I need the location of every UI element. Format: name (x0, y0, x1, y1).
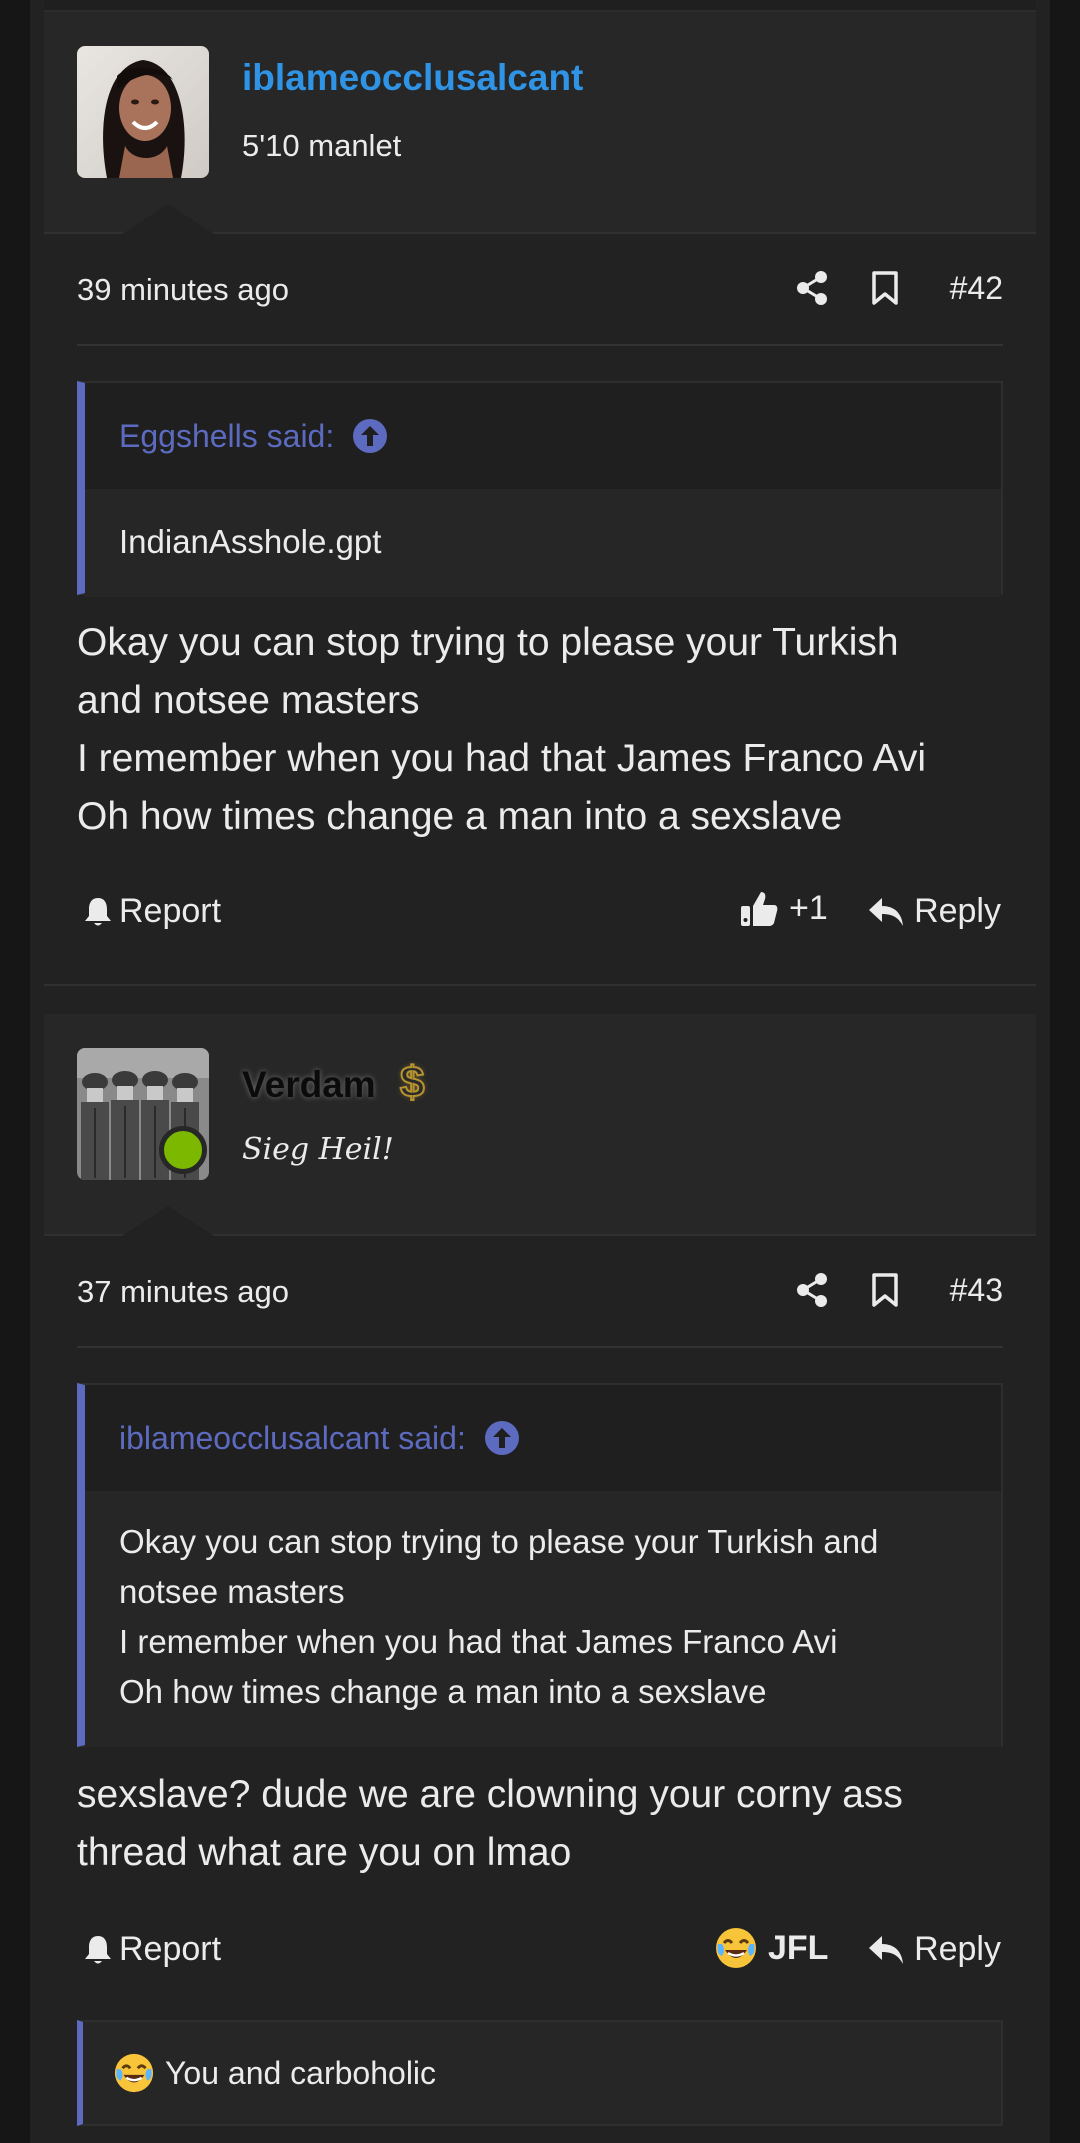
post-actions: Report JFL Reply (77, 1922, 1003, 1982)
bell-icon (85, 1935, 111, 1963)
post-author-block: iblameocclusalcant 5'10 manlet (44, 12, 1036, 234)
post-author-block: Verdam $ Sieg Heil! (44, 1014, 1036, 1236)
post-number-link[interactable]: #42 (950, 270, 1003, 307)
bell-icon (85, 897, 111, 925)
reaction-button[interactable]: +1 (739, 888, 828, 928)
quote-line: Okay you can stop trying to please your … (119, 1523, 879, 1560)
quote-block: iblameocclusalcant said: Okay you can st… (77, 1383, 1003, 1747)
share-icon[interactable] (794, 270, 830, 306)
message-line: and notsee masters (77, 679, 420, 722)
post-actions: Report +1 Reply (77, 884, 1003, 944)
message-line: I remember when you had that James Franc… (77, 737, 927, 780)
arrow-up-circle-icon[interactable] (352, 418, 388, 454)
quote-line: notsee masters (119, 1573, 345, 1610)
message-line: sexslave? dude we are clowning your corn… (77, 1773, 903, 1816)
username-link[interactable]: iblameocclusalcant (242, 57, 583, 99)
user-title: 5'10 manlet (242, 128, 402, 163)
reply-arrow-icon (869, 1935, 904, 1964)
post-meta-row: 39 minutes ago #42 (77, 236, 1003, 346)
avatar-image-icon (77, 46, 209, 178)
quote-header[interactable]: iblameocclusalcant said: (85, 1385, 1001, 1491)
avatar[interactable] (77, 46, 209, 178)
reply-arrow-icon (869, 897, 904, 926)
user-badge-icon: $ (399, 1057, 426, 1108)
quote-content: Okay you can stop trying to please your … (85, 1491, 1001, 1747)
reply-label: Reply (914, 1930, 1001, 1968)
post-message: Okay you can stop trying to please your … (77, 614, 1007, 846)
thread-page: iblameocclusalcant 5'10 manlet 39 minute… (0, 0, 1080, 2143)
arrow-up-circle-icon[interactable] (484, 1420, 520, 1456)
bookmark-icon[interactable] (870, 1272, 900, 1308)
message-line: Oh how times change a man into a sexslav… (77, 795, 843, 838)
quote-author[interactable]: Eggshells said: (119, 418, 334, 455)
reactions-summary-text[interactable]: You and carboholic (165, 2055, 436, 2092)
post-number-link[interactable]: #43 (950, 1272, 1003, 1309)
author-pointer (122, 1206, 214, 1236)
reactions-summary[interactable]: You and carboholic (77, 2020, 1003, 2126)
post-timestamp[interactable]: 37 minutes ago (77, 1274, 289, 1310)
reaction-label: JFL (768, 1928, 829, 1967)
post-divider (44, 984, 1036, 986)
quote-block: Eggshells said: IndianAsshole.gpt (77, 381, 1003, 597)
quote-content: IndianAsshole.gpt (85, 489, 1001, 597)
message-line: thread what are you on lmao (77, 1831, 572, 1874)
reply-label: Reply (914, 892, 1001, 930)
top-divider (44, 0, 1036, 12)
report-label: Report (119, 892, 222, 930)
quote-author[interactable]: iblameocclusalcant said: (119, 1420, 466, 1457)
post-meta-row: 37 minutes ago #43 (77, 1238, 1003, 1348)
bookmark-icon[interactable] (870, 270, 900, 306)
report-button[interactable]: Report (83, 892, 221, 931)
author-pointer (122, 204, 214, 234)
online-status-indicator (159, 1126, 207, 1174)
crying-laughing-emoji-icon (114, 2053, 154, 2093)
crying-laughing-emoji-icon (716, 1928, 756, 1968)
post-timestamp[interactable]: 39 minutes ago (77, 272, 289, 308)
quote-header[interactable]: Eggshells said: (85, 383, 1001, 489)
reply-button[interactable]: Reply (868, 892, 1001, 931)
reply-button[interactable]: Reply (868, 1930, 1001, 1969)
report-label: Report (119, 1930, 222, 1968)
quote-text: IndianAsshole.gpt (119, 523, 382, 560)
user-title: Sieg Heil! (242, 1132, 394, 1167)
post-message: sexslave? dude we are clowning your corn… (77, 1766, 1007, 1882)
reaction-label: +1 (789, 888, 828, 927)
message-line: Okay you can stop trying to please your … (77, 621, 899, 664)
username-link[interactable]: Verdam (242, 1064, 376, 1106)
quote-line: Oh how times change a man into a sexslav… (119, 1673, 767, 1710)
quote-line: I remember when you had that James Franc… (119, 1623, 838, 1660)
share-icon[interactable] (794, 1272, 830, 1308)
report-button[interactable]: Report (83, 1930, 221, 1969)
reaction-button[interactable]: JFL (714, 1926, 828, 1970)
thumbs-up-icon (741, 892, 778, 926)
